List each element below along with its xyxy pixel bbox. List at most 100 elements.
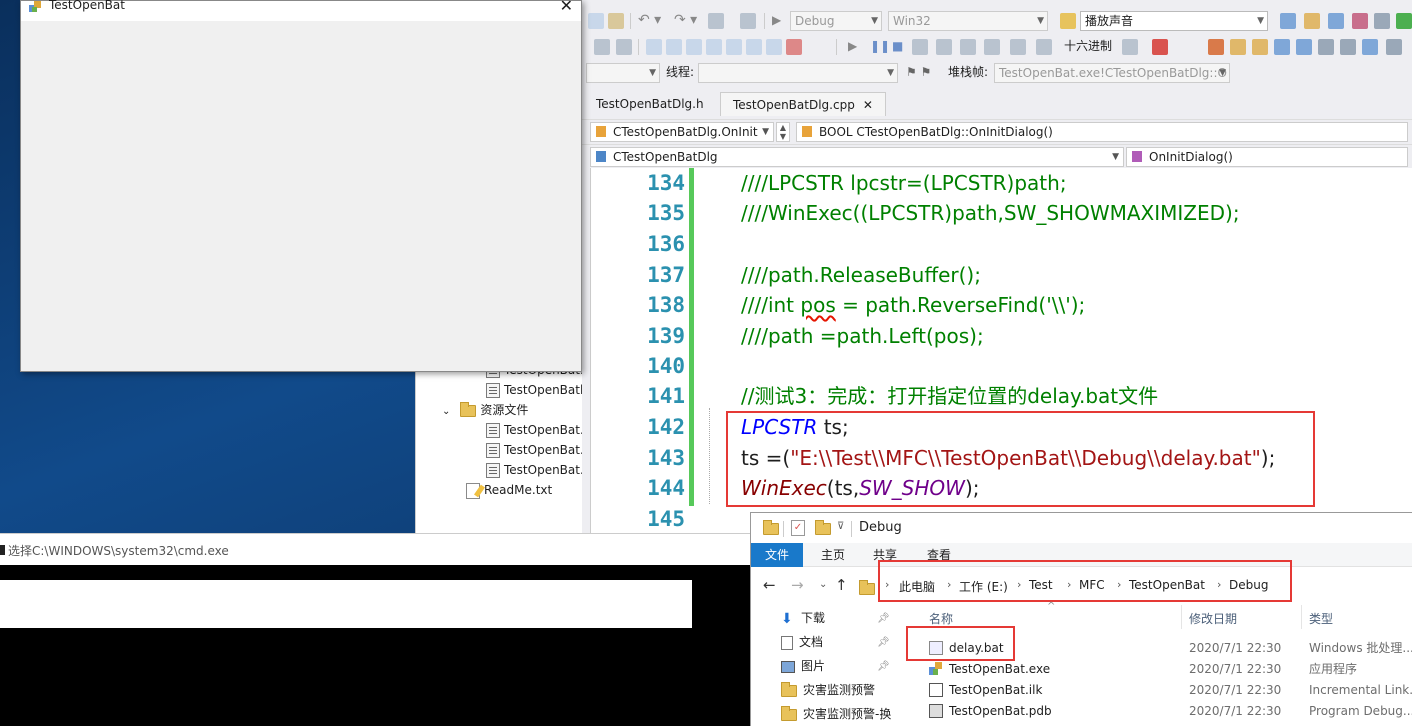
- object-browser-icon[interactable]: [1328, 13, 1344, 29]
- up-icon[interactable]: ↑: [835, 576, 848, 594]
- play-icon[interactable]: ▶: [772, 10, 781, 30]
- class-combo[interactable]: CTestOpenBatDlg ▼: [590, 147, 1124, 167]
- nav-item-downloads[interactable]: ⬇ 下载: [781, 609, 825, 626]
- nav-item-folder[interactable]: 灾害监测预警: [781, 681, 875, 698]
- solution-explorer-icon[interactable]: [1280, 13, 1296, 29]
- tree-item[interactable]: TestOpenBat.: [486, 440, 584, 460]
- close-button[interactable]: ✕: [560, 0, 573, 15]
- recent-locations-icon[interactable]: ⌄: [819, 579, 827, 590]
- nav-item-folder[interactable]: 灾害监测预警-换: [781, 705, 891, 722]
- locals-icon[interactable]: [1230, 39, 1246, 55]
- navigate-icon[interactable]: [708, 13, 724, 29]
- clear-bookmarks-icon[interactable]: [786, 39, 802, 55]
- redo-icon[interactable]: ↷ ▾: [674, 10, 697, 30]
- column-header-name[interactable]: 名称: [929, 610, 953, 627]
- find-combo[interactable]: 播放声音 ▼: [1080, 11, 1268, 31]
- tree-item[interactable]: TestOpenBat.: [486, 460, 584, 480]
- function-combo[interactable]: OnInitDialog(): [1126, 147, 1408, 167]
- exe-file-icon: [929, 662, 943, 676]
- column-header-type[interactable]: 类型: [1309, 610, 1333, 627]
- line-number: 136: [647, 232, 685, 256]
- chevron-down-icon[interactable]: ⌄: [442, 406, 450, 417]
- new-folder-icon[interactable]: [815, 520, 831, 535]
- stop-icon[interactable]: ■: [892, 36, 903, 56]
- code-editor[interactable]: 134 135 136 137 138 139 140 141 142 143 …: [590, 168, 1412, 540]
- uncomment-icon[interactable]: [666, 39, 682, 55]
- toolbox-icon[interactable]: [1352, 13, 1368, 29]
- step-over-icon[interactable]: [960, 39, 976, 55]
- copy-icon[interactable]: [588, 13, 604, 29]
- bookmark-prev-icon[interactable]: [706, 39, 722, 55]
- disassembly-icon[interactable]: [1362, 39, 1378, 55]
- tree-item-readme[interactable]: ReadMe.txt: [466, 480, 552, 500]
- forward-icon[interactable]: →: [791, 576, 804, 594]
- member-combo[interactable]: BOOL CTestOpenBatDlg::OnInitDialog(): [796, 122, 1408, 142]
- ribbon-tab-file[interactable]: 文件: [751, 543, 804, 567]
- quickwatch-icon[interactable]: [1036, 39, 1052, 55]
- line-number: 141: [647, 384, 685, 408]
- tree-folder-resources[interactable]: ⌄ 资源文件: [442, 400, 528, 420]
- config-combo[interactable]: Debug ▼: [790, 11, 882, 31]
- stackframe-combo[interactable]: TestOpenBat.exe!CTestOpenBatDlg::O ▼: [994, 63, 1230, 83]
- column-header-date[interactable]: 修改日期: [1189, 610, 1237, 627]
- callstack-icon[interactable]: [1274, 39, 1290, 55]
- continue-icon[interactable]: ▶: [848, 36, 857, 56]
- properties-icon[interactable]: ✓: [791, 520, 805, 536]
- close-icon[interactable]: ✕: [863, 98, 873, 112]
- export-icon[interactable]: [1396, 13, 1412, 29]
- registers-icon[interactable]: [1340, 39, 1356, 55]
- tab-testopenbatdlg-h[interactable]: TestOpenBatDlg.h: [584, 92, 716, 116]
- hex-button[interactable]: 十六进制: [1064, 36, 1112, 56]
- modules-icon[interactable]: [1386, 39, 1402, 55]
- bookmark-clear-icon[interactable]: [766, 39, 782, 55]
- bookmark-next-icon[interactable]: [726, 39, 742, 55]
- threads-icon[interactable]: [1122, 39, 1138, 55]
- undo-icon[interactable]: ↶ ▾: [638, 10, 661, 30]
- pin-icon[interactable]: 📌︎: [877, 661, 890, 672]
- tree-item[interactable]: TestOpenBatl: [486, 380, 583, 400]
- properties-icon[interactable]: [1304, 13, 1320, 29]
- step-out-icon[interactable]: [984, 39, 1000, 55]
- breakpoints-icon[interactable]: [1152, 39, 1168, 55]
- file-row-ilk[interactable]: TestOpenBat.ilk 2020/7/1 22:30 Increment…: [907, 680, 1412, 701]
- back-icon[interactable]: ←: [763, 576, 776, 594]
- window-icon[interactable]: [740, 13, 756, 29]
- memory-icon[interactable]: [1318, 39, 1334, 55]
- cmd-window[interactable]: 选择C:\WINDOWS\system32\cmd.exe: [0, 533, 752, 726]
- restart-icon[interactable]: [912, 39, 928, 55]
- step-into-icon[interactable]: [936, 39, 952, 55]
- exception-icon[interactable]: [1208, 39, 1224, 55]
- watch-icon[interactable]: [1252, 39, 1268, 55]
- dialog-titlebar[interactable]: TestOpenBat ✕: [21, 0, 581, 21]
- customize-qat-icon[interactable]: ⊽: [837, 521, 844, 532]
- scope-combo[interactable]: CTestOpenBatDlg.OnInit ▼: [590, 122, 774, 142]
- hex-toggle-icon[interactable]: [1010, 39, 1026, 55]
- ribbon-tab-home[interactable]: 主页: [807, 543, 859, 567]
- find-in-files-icon[interactable]: [1060, 13, 1076, 29]
- outdent-icon[interactable]: [616, 39, 632, 55]
- cmd-titlebar[interactable]: 选择C:\WINDOWS\system32\cmd.exe: [0, 533, 752, 565]
- file-row-pdb[interactable]: TestOpenBat.pdb 2020/7/1 22:30 Program D…: [907, 701, 1412, 722]
- paste-icon[interactable]: [608, 13, 624, 29]
- tab-testopenbatdlg-cpp[interactable]: TestOpenBatDlg.cpp ✕: [720, 92, 886, 116]
- process-combo[interactable]: ▼: [586, 63, 660, 83]
- dialog-window[interactable]: TestOpenBat ✕: [20, 0, 582, 372]
- pause-icon[interactable]: ❚❚: [870, 36, 890, 56]
- nav-item-pictures[interactable]: 图片: [781, 657, 825, 674]
- tree-item[interactable]: TestOpenBat.: [486, 420, 584, 440]
- indent-icon[interactable]: [594, 39, 610, 55]
- pin-icon[interactable]: 📌︎: [877, 613, 890, 624]
- file-explorer-window[interactable]: ✓ ⊽ Debug 文件 主页 共享 查看 ← → ⌄ ↑ › 此电脑 › 工作…: [750, 512, 1412, 726]
- scope-spinner[interactable]: ▲ ▼: [776, 122, 790, 142]
- tools-icon[interactable]: [1374, 13, 1390, 29]
- pin-icon[interactable]: 📌︎: [877, 637, 890, 648]
- comment-icon[interactable]: [646, 39, 662, 55]
- nav-item-documents[interactable]: 文档: [781, 633, 823, 650]
- bookmark-icon[interactable]: [686, 39, 702, 55]
- immediate-icon[interactable]: [1296, 39, 1312, 55]
- bookmark-folder-icon[interactable]: [746, 39, 762, 55]
- thread-combo[interactable]: ▼: [698, 63, 898, 83]
- flag-icon[interactable]: ⚑ ⚑: [906, 62, 931, 82]
- file-row-exe[interactable]: TestOpenBat.exe 2020/7/1 22:30 应用程序: [907, 659, 1412, 680]
- platform-combo[interactable]: Win32 ▼: [888, 11, 1048, 31]
